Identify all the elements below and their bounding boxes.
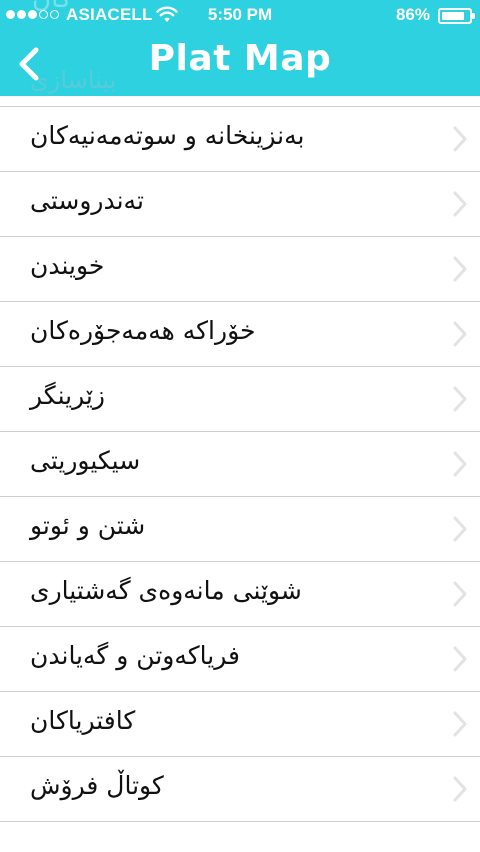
page-title: Plat Map [148, 38, 332, 79]
category-list: بەنزینخانە و سوتەمەنیەکان تەندروستی خوین… [0, 106, 480, 822]
list-item-label: بەنزینخانە و سوتەمەنیەکان [30, 121, 305, 150]
list-item[interactable]: شوێنی مانەوەی گەشتیاری [0, 562, 480, 627]
list-item-label: تەندروستی [30, 186, 144, 215]
battery-percent: 86% [395, 5, 430, 24]
list-item-label: کوتاڵ فرۆش [30, 771, 164, 800]
chevron-right-icon [453, 191, 467, 217]
list-item-label: شتن و ئوتو [30, 511, 146, 540]
list-item-label: کافتریاکان [30, 706, 136, 735]
list-item[interactable]: تەندروستی [0, 172, 480, 237]
list-item-label: سیکیوریتی [30, 446, 141, 475]
battery-icon [438, 8, 475, 24]
chevron-right-icon [453, 126, 467, 152]
top-bar: ASIACELL 5:50 PM 86% Plat Map [0, 0, 480, 96]
list-item[interactable]: بەنزینخانە و سوتەمەنیەکان [0, 107, 480, 172]
list-item[interactable]: زێرینگر [0, 367, 480, 432]
screen: ASIACELL 5:50 PM 86% Plat Map بیناسازی ب… [0, 0, 480, 852]
list-item[interactable]: فریاکەوتن و گەیاندن [0, 627, 480, 692]
chevron-right-icon [453, 581, 467, 607]
list-item[interactable]: خۆراکە هەمەجۆرەکان [0, 302, 480, 367]
list-item-label: زێرینگر [30, 381, 105, 410]
list-item[interactable]: سیکیوریتی [0, 432, 480, 497]
list-item-label: خۆراکە هەمەجۆرەکان [30, 316, 256, 345]
chevron-right-icon [453, 776, 467, 802]
list-item[interactable]: کافتریاکان [0, 692, 480, 757]
navigation-bar: Plat Map [0, 32, 480, 96]
battery-level [442, 12, 464, 20]
list-item[interactable]: خویندن [0, 237, 480, 302]
chevron-right-icon [453, 711, 467, 737]
list-item-label: فریاکەوتن و گەیاندن [30, 641, 240, 670]
chevron-right-icon [453, 516, 467, 542]
list-item[interactable]: شتن و ئوتو [0, 497, 480, 562]
chevron-right-icon [453, 386, 467, 412]
chevron-right-icon [453, 646, 467, 672]
chevron-right-icon [453, 451, 467, 477]
chevron-right-icon [453, 256, 467, 282]
list-item[interactable]: کوتاڵ فرۆش [0, 757, 480, 822]
status-bar: ASIACELL 5:50 PM 86% [0, 0, 480, 32]
list-item-label: شوێنی مانەوەی گەشتیاری [30, 576, 302, 605]
list-item-label: خویندن [30, 251, 105, 280]
chevron-right-icon [453, 321, 467, 347]
